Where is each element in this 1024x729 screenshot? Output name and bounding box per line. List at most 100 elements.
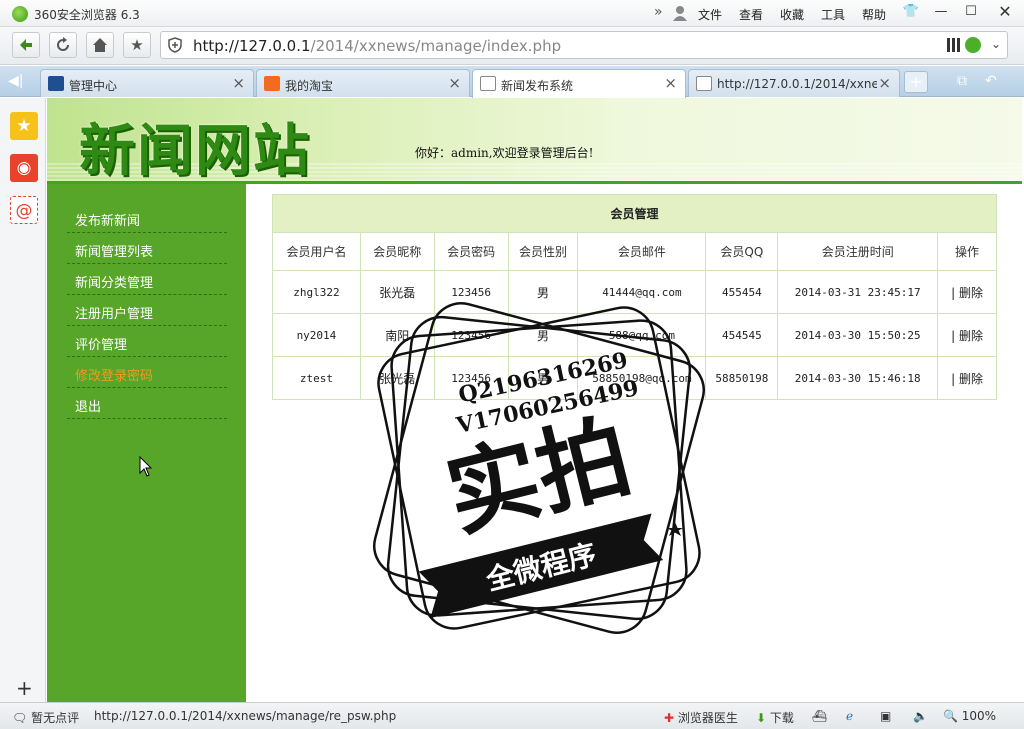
- menu-file[interactable]: 文件: [698, 6, 722, 23]
- tab-admin-center[interactable]: 管理中心 ×: [40, 69, 254, 97]
- back-arrow-icon: [20, 39, 32, 51]
- menu-tools[interactable]: 工具: [821, 6, 845, 23]
- skin-icon[interactable]: 👕: [896, 0, 926, 26]
- address-toolbar: ★ http://127.0.0.1/2014/xxnews/manage/in…: [0, 27, 1024, 65]
- delete-link[interactable]: | 删除: [937, 313, 997, 357]
- cell-email: 41444@qq.com: [577, 270, 707, 314]
- table-row: ny2014 南阳 123456 男 588@qq.com 454545 201…: [272, 313, 997, 357]
- add-sidebar-icon[interactable]: +: [16, 676, 33, 700]
- favorite-button[interactable]: ★: [123, 32, 151, 58]
- comment-status[interactable]: 🗨 暂无点评: [12, 709, 79, 726]
- tab-taobao[interactable]: 我的淘宝 ×: [256, 69, 470, 97]
- comment-icon: 🗨: [12, 711, 28, 725]
- favorites-star-icon[interactable]: ★: [10, 112, 38, 140]
- menu-help[interactable]: 帮助: [862, 6, 886, 23]
- nav-post-news[interactable]: 发布新新闻: [67, 202, 227, 233]
- home-button[interactable]: [86, 32, 114, 58]
- nav-news-categories[interactable]: 新闻分类管理: [67, 264, 227, 295]
- col-nickname: 会员昵称: [359, 232, 435, 271]
- status-link: http://127.0.0.1/2014/xxnews/manage/re_p…: [94, 709, 397, 723]
- close-window-button[interactable]: ✕: [986, 0, 1024, 26]
- status-bar: 🗨 暂无点评 http://127.0.0.1/2014/xxnews/mana…: [0, 702, 1024, 729]
- table-caption: 会员管理: [272, 194, 997, 233]
- cell-gender: 男: [507, 313, 579, 357]
- cell-email: 588@qq.com: [577, 313, 707, 357]
- browser-logo-icon: [12, 6, 28, 22]
- col-username: 会员用户名: [272, 232, 361, 271]
- mail-icon[interactable]: @: [10, 196, 38, 224]
- zoom-level[interactable]: 🔍 100%: [943, 709, 996, 723]
- qr-code-icon[interactable]: [947, 38, 961, 52]
- refresh-button[interactable]: [49, 32, 77, 58]
- page-content: 新闻网站 你好：admin,欢迎登录管理后台! 发布新新闻 新闻管理列表 新闻分…: [47, 98, 1022, 702]
- cell-password: 123456: [433, 313, 509, 357]
- star-right-icon: [667, 522, 683, 536]
- browser-go-icon[interactable]: [965, 37, 981, 53]
- table-row: ztest 张光磊 123456 男 58850198@qq.com 58850…: [272, 356, 997, 400]
- security-shield-icon[interactable]: [167, 37, 183, 53]
- nav-user-management[interactable]: 注册用户管理: [67, 295, 227, 326]
- translate-icon[interactable]: ⛴: [812, 709, 827, 723]
- col-password: 会员密码: [433, 232, 509, 271]
- page-icon: [480, 76, 496, 91]
- cell-password: 123456: [433, 270, 509, 314]
- dropdown-chevron-icon[interactable]: ⌄: [991, 37, 1001, 51]
- col-register-time: 会员注册时间: [777, 232, 939, 271]
- nav-change-password[interactable]: 修改登录密码: [67, 357, 227, 388]
- volume-icon[interactable]: 🔈: [913, 709, 928, 723]
- undo-close-icon[interactable]: ↶: [985, 73, 997, 89]
- cms-icon: [48, 76, 64, 91]
- cell-nickname: 张光磊: [359, 356, 435, 400]
- more-chevron-icon[interactable]: »: [654, 4, 663, 20]
- tab-label: 我的淘宝: [285, 79, 334, 93]
- member-management-panel: 会员管理 会员用户名 会员昵称 会员密码 会员性别 会员邮件 会员QQ 会员注册…: [272, 194, 997, 400]
- browser-titlebar: 360安全浏览器 6.3 » 文件 查看 收藏 工具 帮助 👕 — ☐ ✕: [0, 0, 1024, 27]
- close-tab-icon[interactable]: ×: [448, 74, 461, 92]
- user-icon[interactable]: [673, 5, 687, 21]
- col-email: 会员邮件: [577, 232, 707, 271]
- cell-email: 58850198@qq.com: [577, 356, 707, 400]
- ie-icon[interactable]: ℯ: [846, 709, 853, 723]
- cell-gender: 男: [507, 270, 579, 314]
- zoom-icon: 🔍: [943, 709, 958, 723]
- cell-username: ny2014: [272, 313, 361, 357]
- nav-comment-management[interactable]: 评价管理: [67, 326, 227, 357]
- cell-qq: 58850198: [705, 356, 779, 400]
- download-button[interactable]: ⬇ 下载: [756, 709, 794, 726]
- delete-link[interactable]: | 删除: [937, 356, 997, 400]
- tab-localhost[interactable]: http://127.0.0.1/2014/xxnew ×: [688, 69, 900, 97]
- watermark-banner: 全微程序: [482, 538, 600, 597]
- new-tab-button[interactable]: +: [904, 71, 928, 93]
- tab-strip: ◀| 管理中心 × 我的淘宝 × 新闻发布系统 × http://127.0.0…: [0, 66, 1024, 98]
- home-icon: [93, 38, 107, 52]
- site-header: 新闻网站 你好：admin,欢迎登录管理后台!: [47, 98, 1022, 184]
- cell-username: zhgl322: [272, 270, 361, 314]
- sidebar-toggle-icon[interactable]: ◀|: [8, 73, 23, 89]
- mouse-cursor-icon: [139, 456, 153, 477]
- cell-gender: 男: [507, 356, 579, 400]
- close-tab-icon[interactable]: ×: [878, 74, 891, 92]
- site-logo: 新闻网站: [79, 118, 311, 184]
- member-table: 会员管理 会员用户名 会员昵称 会员密码 会员性别 会员邮件 会员QQ 会员注册…: [272, 194, 997, 400]
- weibo-icon[interactable]: ◉: [10, 154, 38, 182]
- tab-label: http://127.0.0.1/2014/xxnew: [717, 77, 877, 91]
- tab-news-system[interactable]: 新闻发布系统 ×: [472, 69, 686, 98]
- menu-favorites[interactable]: 收藏: [780, 6, 804, 23]
- browser-doctor[interactable]: ✚ 浏览器医生: [664, 709, 738, 726]
- close-tab-icon[interactable]: ×: [664, 74, 677, 92]
- maximize-button[interactable]: ☐: [956, 0, 986, 26]
- menu-view[interactable]: 查看: [739, 6, 763, 23]
- restore-tabs-icon[interactable]: ⧉: [957, 73, 967, 89]
- screen-icon[interactable]: ▣: [880, 709, 891, 723]
- doctor-icon: ✚: [664, 711, 675, 725]
- nav-logout[interactable]: 退出: [67, 388, 227, 419]
- download-icon: ⬇: [756, 711, 767, 725]
- minimize-button[interactable]: —: [926, 0, 956, 26]
- back-button[interactable]: [12, 32, 40, 58]
- cell-qq: 455454: [705, 270, 779, 314]
- delete-link[interactable]: | 删除: [937, 270, 997, 314]
- close-tab-icon[interactable]: ×: [232, 74, 245, 92]
- nav-news-list[interactable]: 新闻管理列表: [67, 233, 227, 264]
- address-field[interactable]: http://127.0.0.1/2014/xxnews/manage/inde…: [160, 31, 1008, 59]
- table-header-row: 会员用户名 会员昵称 会员密码 会员性别 会员邮件 会员QQ 会员注册时间 操作: [272, 232, 997, 271]
